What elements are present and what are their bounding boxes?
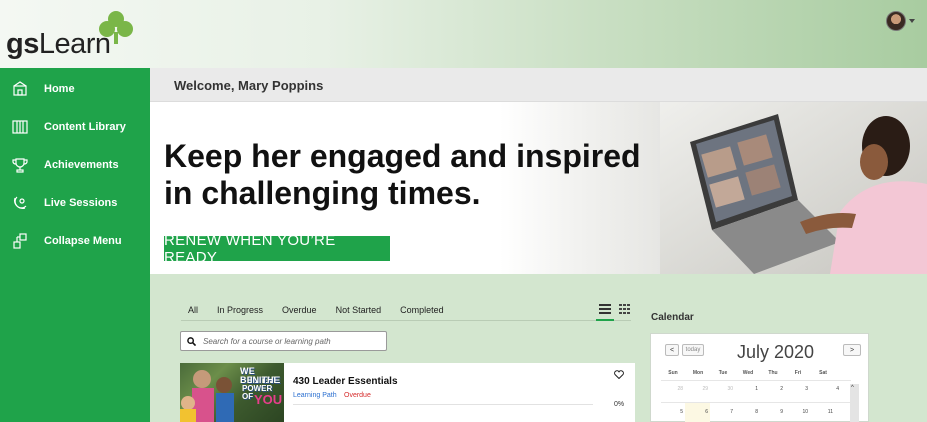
calendar-day[interactable]: 3 (788, 386, 808, 392)
calendar-day[interactable]: 2 (763, 386, 783, 392)
calendar-day[interactable]: 8 (738, 409, 758, 415)
calendar-heading: Calendar (651, 312, 694, 323)
banner-headline-line: in challenging times. (164, 175, 481, 211)
library-icon (12, 120, 28, 134)
welcome-bar: Welcome, Mary Poppins (150, 68, 927, 102)
calendar-weekday: Mon (692, 370, 704, 376)
search-icon (187, 337, 196, 346)
calendar-day[interactable]: 1 (738, 386, 758, 392)
collapse-menu-icon (13, 233, 27, 249)
chevron-down-icon[interactable] (909, 19, 915, 23)
live-sessions-icon (14, 196, 27, 209)
tab-in-progress[interactable]: In Progress (217, 305, 263, 315)
search-box[interactable] (180, 331, 387, 351)
tab-all[interactable]: All (188, 305, 198, 315)
calendar-day[interactable]: 10 (788, 409, 808, 415)
course-progress-percent: 0% (614, 401, 625, 408)
user-avatar-icon[interactable] (886, 11, 906, 31)
course-title[interactable]: 430 Leader Essentials (293, 376, 398, 387)
calendar-day[interactable]: 28 (663, 386, 683, 392)
calendar-day[interactable]: 29 (688, 386, 708, 392)
course-thumbnail[interactable]: WE BELIEVE IN THE POWER OF YOU (180, 363, 284, 422)
filter-tabs: All In Progress Overdue Not Started Comp… (188, 305, 463, 315)
course-status-label: Overdue (344, 392, 371, 399)
trefoil-logo-icon (99, 11, 133, 44)
sidebar-item-collapse-menu[interactable]: Collapse Menu (0, 223, 150, 259)
tab-not-started[interactable]: Not Started (336, 305, 382, 315)
banner-headline-line: Keep her engaged and inspired (164, 138, 641, 174)
logo-text: gsLearn (6, 28, 111, 60)
sidebar: Home Content Library Achievements Live S… (0, 68, 150, 422)
user-menu[interactable] (886, 10, 920, 32)
list-view-icon[interactable] (599, 304, 611, 314)
calendar-month-title: July 2020 (737, 342, 815, 362)
course-type-label: Learning Path (293, 392, 337, 399)
app-root: gsLearn Home Content Library Achievement… (0, 0, 927, 422)
calendar-weekday: Wed (742, 370, 754, 376)
calendar-widget: < today July 2020 > Sun Mon Tue Wed Thu … (650, 333, 869, 422)
calendar-day[interactable]: 7 (713, 409, 733, 415)
gslearn-logo[interactable]: gsLearn (6, 10, 146, 62)
calendar-weekday: Tue (718, 370, 728, 376)
course-progress-bar (293, 404, 593, 405)
search-input[interactable] (203, 334, 383, 349)
chevron-up-icon[interactable]: ^ (851, 385, 854, 391)
home-icon (13, 81, 27, 96)
renew-button[interactable]: RENEW WHEN YOU’RE READY (164, 232, 390, 266)
tab-overdue[interactable]: Overdue (282, 305, 317, 315)
sidebar-item-achievements[interactable]: Achievements (0, 147, 150, 183)
heart-icon[interactable] (614, 370, 624, 379)
main-content: All In Progress Overdue Not Started Comp… (150, 274, 927, 422)
calendar-day[interactable]: 5 (663, 409, 683, 415)
sidebar-item-label: Collapse Menu (44, 235, 122, 247)
sidebar-item-live-sessions[interactable]: Live Sessions (0, 185, 150, 221)
calendar-today-button[interactable]: today (682, 344, 704, 356)
calendar-weekday: Sat (819, 370, 827, 376)
sidebar-item-content-library[interactable]: Content Library (0, 109, 150, 145)
calendar-weekday: Thu (768, 370, 778, 376)
calendar-next-button[interactable]: > (843, 344, 861, 356)
calendar-weekday: Sun (668, 370, 678, 376)
sidebar-item-label: Live Sessions (44, 197, 118, 209)
view-active-indicator (596, 319, 614, 321)
calendar-day[interactable]: 4 (819, 386, 839, 392)
top-bar: gsLearn (0, 0, 927, 68)
banner-headline: Keep her engaged and inspired in challen… (164, 138, 641, 212)
promo-banner: Keep her engaged and inspired in challen… (150, 102, 927, 274)
tab-completed[interactable]: Completed (400, 305, 444, 315)
thumbnail-text: YOU (254, 392, 283, 407)
sidebar-item-label: Content Library (44, 121, 126, 133)
trophy-icon (12, 158, 28, 173)
calendar-prev-button[interactable]: < (665, 344, 679, 356)
course-card[interactable]: WE BELIEVE IN THE POWER OF YOU 430 Leade… (180, 363, 635, 422)
calendar-day[interactable]: 30 (713, 386, 733, 392)
tabs-divider (181, 320, 631, 321)
sidebar-item-label: Home (44, 83, 75, 95)
calendar-day[interactable]: 9 (763, 409, 783, 415)
sidebar-item-home[interactable]: Home (0, 71, 150, 107)
banner-photo-laptop-girl (660, 102, 927, 274)
calendar-day[interactable]: 6 (688, 409, 708, 415)
calendar-grid-line (661, 380, 851, 381)
welcome-text: Welcome, Mary Poppins (174, 78, 324, 93)
calendar-day[interactable]: 11 (813, 409, 833, 415)
sidebar-item-label: Achievements (44, 159, 119, 171)
calendar-weekday: Fri (794, 370, 802, 376)
grid-view-icon[interactable] (619, 304, 630, 314)
